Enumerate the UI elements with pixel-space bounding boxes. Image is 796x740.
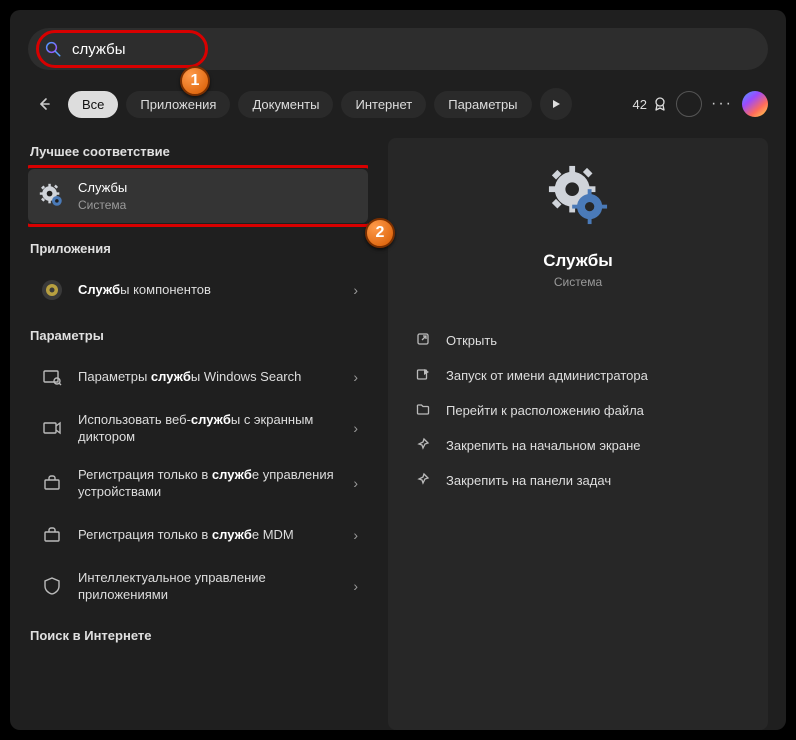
result-mdm-only[interactable]: Регистрация только в службе MDM › [28, 511, 368, 559]
arrow-left-icon [36, 96, 52, 112]
result-best-match[interactable]: Службы Система [28, 169, 368, 223]
section-web-search: Поиск в Интернете [30, 628, 368, 643]
search-bar[interactable] [28, 28, 768, 70]
action-label: Закрепить на панели задач [446, 473, 611, 488]
action-label: Открыть [446, 333, 497, 348]
rewards-points[interactable]: 42 [633, 96, 668, 112]
action-label: Запуск от имени администратора [446, 368, 648, 383]
gear-icon [547, 164, 609, 231]
component-services-icon [38, 276, 66, 304]
back-button[interactable] [28, 88, 60, 120]
action-run-as-admin[interactable]: Запуск от имени администратора [406, 358, 750, 393]
preview-subtitle: Система [406, 275, 750, 289]
result-title: Службы [78, 179, 358, 197]
action-label: Перейти к расположению файла [446, 403, 644, 418]
copilot-icon[interactable] [742, 91, 768, 117]
result-device-mgmt-only[interactable]: Регистрация только в службе управления у… [28, 456, 368, 511]
admin-icon [414, 367, 432, 384]
briefcase-icon [38, 521, 66, 549]
chevron-right-icon: › [353, 282, 358, 298]
result-label: Использовать веб-службы с экранным дикто… [78, 411, 341, 446]
medal-icon [652, 96, 668, 112]
open-icon [414, 332, 432, 349]
section-settings: Параметры [30, 328, 368, 343]
play-icon [551, 99, 561, 109]
result-windows-search-settings[interactable]: Параметры службы Windows Search › [28, 353, 368, 401]
profile-button[interactable] [676, 91, 702, 117]
pin-icon [414, 437, 432, 454]
action-pin-start[interactable]: Закрепить на начальном экране [406, 428, 750, 463]
filter-internet[interactable]: Интернет [341, 91, 426, 118]
filter-documents[interactable]: Документы [238, 91, 333, 118]
result-label: Регистрация только в службе управления у… [78, 466, 341, 501]
start-search-panel: Все Приложения Документы Интернет Параме… [10, 10, 786, 730]
action-open[interactable]: Открыть [406, 323, 750, 358]
filter-settings[interactable]: Параметры [434, 91, 531, 118]
more-button[interactable]: ··· [710, 88, 734, 120]
filter-apps[interactable]: Приложения [126, 91, 230, 118]
search-input[interactable] [72, 41, 752, 58]
annotation-badge-2: 2 [365, 218, 395, 248]
result-label: Регистрация только в службе MDM [78, 526, 341, 544]
action-pin-taskbar[interactable]: Закрепить на панели задач [406, 463, 750, 498]
narrator-icon [38, 414, 66, 442]
pin-icon [414, 472, 432, 489]
search-settings-icon [38, 363, 66, 391]
result-component-services[interactable]: Службы компонентов › [28, 266, 368, 314]
result-label: Интеллектуальное управление приложениями [78, 569, 341, 604]
result-label: Службы компонентов [78, 281, 341, 299]
result-label: Параметры службы Windows Search [78, 368, 341, 386]
filter-more-button[interactable] [540, 88, 572, 120]
folder-icon [414, 402, 432, 419]
chevron-right-icon: › [353, 527, 358, 543]
result-subtitle: Система [78, 197, 358, 213]
result-smart-app-control[interactable]: Интеллектуальное управление приложениями… [28, 559, 368, 614]
section-best-match: Лучшее соответствие [30, 144, 368, 159]
search-icon [44, 40, 62, 58]
annotation-badge-1: 1 [180, 66, 210, 96]
chevron-right-icon: › [353, 369, 358, 385]
results-column: Лучшее соответствие Службы Система Прило… [28, 138, 368, 730]
gear-icon [38, 182, 66, 210]
preview-column: Службы Система Открыть Запуск от имени а… [388, 138, 768, 730]
section-apps: Приложения [30, 241, 368, 256]
shield-icon [38, 572, 66, 600]
preview-title: Службы [406, 251, 750, 271]
chevron-right-icon: › [353, 475, 358, 491]
chevron-right-icon: › [353, 420, 358, 436]
filter-all[interactable]: Все [68, 91, 118, 118]
action-label: Закрепить на начальном экране [446, 438, 641, 453]
action-open-location[interactable]: Перейти к расположению файла [406, 393, 750, 428]
points-value: 42 [633, 97, 647, 112]
filter-row: Все Приложения Документы Интернет Параме… [28, 88, 768, 120]
preview-pane: Службы Система Открыть Запуск от имени а… [388, 138, 768, 730]
chevron-right-icon: › [353, 578, 358, 594]
result-narrator-web-services[interactable]: Использовать веб-службы с экранным дикто… [28, 401, 368, 456]
briefcase-icon [38, 469, 66, 497]
